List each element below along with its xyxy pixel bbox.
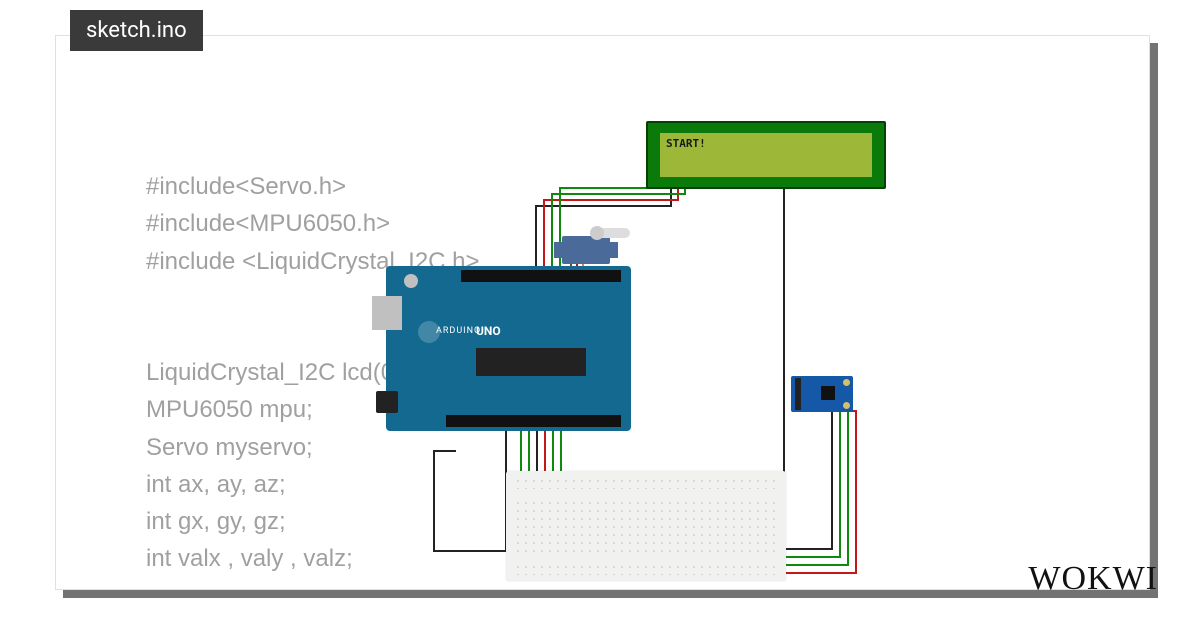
code-line: LiquidCrystal_I2C lcd(0x bbox=[146, 359, 406, 386]
usb-port-icon bbox=[372, 296, 402, 330]
mount-hole-icon bbox=[843, 402, 850, 409]
code-line: int gx, gy, gz; bbox=[146, 508, 286, 535]
circuit-canvas[interactable]: START! ARDUINO UNO bbox=[386, 121, 956, 591]
code-line: int ax, ay, az; bbox=[146, 471, 286, 498]
terminal-strip bbox=[514, 499, 778, 553]
servo-body bbox=[562, 236, 610, 264]
mpu-chip-icon bbox=[821, 386, 835, 400]
logo-text: WOKWI bbox=[1028, 560, 1158, 597]
breadboard[interactable] bbox=[506, 471, 786, 581]
code-line: int valx , valy , valz; bbox=[146, 545, 353, 572]
code-line: #include<Servo.h> bbox=[146, 173, 346, 200]
power-jack-icon bbox=[376, 391, 398, 413]
header-digital bbox=[461, 270, 621, 282]
mpu-header bbox=[795, 378, 801, 410]
servo-motor[interactable] bbox=[554, 226, 629, 266]
code-line: MPU6050 mpu; bbox=[146, 396, 313, 423]
board-label-small: ARDUINO bbox=[436, 326, 481, 336]
arduino-uno[interactable]: ARDUINO UNO bbox=[386, 266, 631, 431]
wokwi-logo: WOKWI bbox=[1028, 560, 1158, 598]
reset-button-icon bbox=[404, 274, 418, 288]
code-line: Servo myservo; bbox=[146, 434, 313, 461]
lcd-16x2[interactable]: START! bbox=[646, 121, 886, 189]
code-line: #include<MPU6050.h> bbox=[146, 210, 390, 237]
power-rail-bottom bbox=[514, 563, 778, 575]
header-analog-power bbox=[446, 415, 621, 427]
file-tab[interactable]: sketch.ino bbox=[70, 10, 203, 51]
project-card: #include<Servo.h> #include<MPU6050.h> #i… bbox=[55, 35, 1150, 590]
servo-hub bbox=[590, 226, 604, 240]
power-rail-top bbox=[514, 477, 778, 489]
board-label-big: UNO bbox=[476, 324, 501, 338]
atmega-chip-icon bbox=[476, 348, 586, 376]
file-tab-label: sketch.ino bbox=[86, 18, 187, 43]
lcd-screen: START! bbox=[660, 133, 872, 177]
mpu6050-module[interactable] bbox=[791, 376, 853, 412]
mount-hole-icon bbox=[843, 379, 850, 386]
lcd-text: START! bbox=[666, 137, 706, 150]
